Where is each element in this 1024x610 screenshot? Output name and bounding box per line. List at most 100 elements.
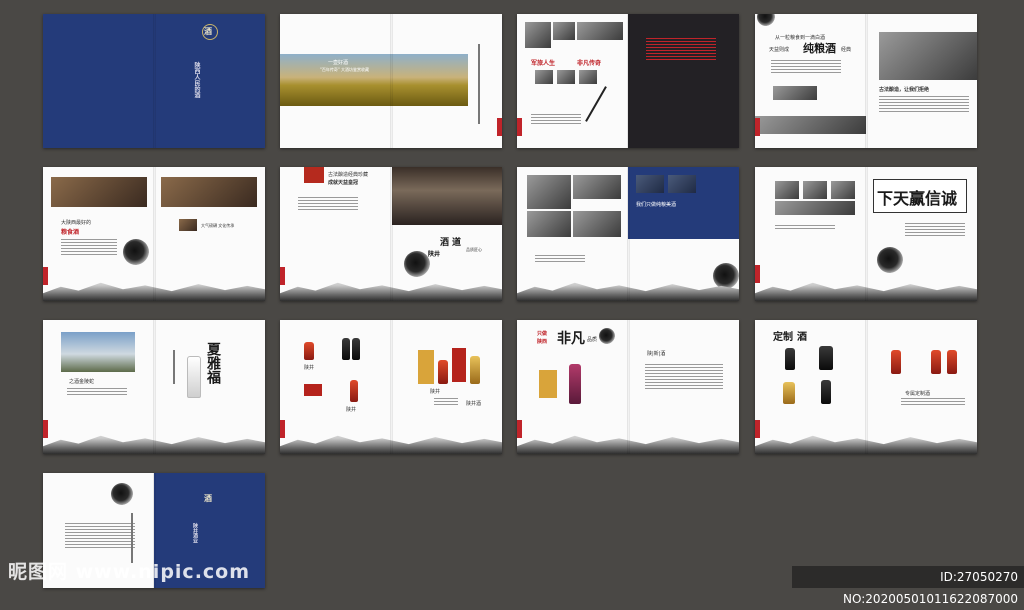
custom-bottle-4 bbox=[821, 380, 831, 404]
product-name-3: 陕井 bbox=[430, 389, 441, 395]
heading-small-1: 只做 bbox=[537, 331, 548, 337]
wall-photo bbox=[577, 22, 623, 40]
custom-bottle-7 bbox=[947, 350, 957, 374]
ink-landscape bbox=[43, 282, 265, 301]
ink-blot bbox=[123, 239, 149, 265]
event-photo-2 bbox=[803, 181, 827, 199]
section-title: 古法酿造，让我们拒绝 bbox=[879, 87, 930, 93]
event-photo-1 bbox=[775, 181, 799, 199]
visit-photo-1 bbox=[527, 175, 571, 209]
brochure-spread-9: 之酒金陵蛇 夏雅福 bbox=[43, 320, 265, 454]
brochure-spread-2: 一壶好酒 "百年传奇" 大酒坊鉴赏收藏 bbox=[280, 14, 502, 148]
red-tab bbox=[755, 265, 760, 283]
slogan-subtext: "百年传奇" 大酒坊鉴赏收藏 bbox=[320, 67, 369, 72]
tagline: 品质匠心 bbox=[466, 247, 482, 252]
body-text bbox=[434, 398, 458, 407]
image-id-bar: ID:27050270 NO:20200501011622087000 bbox=[792, 566, 1024, 606]
vertical-text-col bbox=[131, 513, 133, 563]
calligraphy-brand: 陕井 bbox=[428, 251, 441, 258]
gold-gift-box bbox=[539, 370, 557, 398]
body-text bbox=[298, 197, 358, 212]
section-title: 陕|新|酒 bbox=[647, 351, 666, 357]
workshop-photo-right bbox=[161, 177, 257, 207]
portrait-photo bbox=[525, 22, 551, 48]
grid-photo-2 bbox=[557, 70, 575, 84]
gift-box bbox=[304, 384, 322, 396]
body-text bbox=[646, 38, 716, 62]
brochure-spread-3: 军旅人生 非凡传奇 bbox=[517, 14, 739, 148]
ink-blot bbox=[404, 251, 430, 277]
black-bottle-1 bbox=[342, 338, 350, 360]
headline: 古法酿造经典珍藏 bbox=[328, 172, 369, 178]
custom-bottle-6 bbox=[931, 350, 941, 374]
brochure-spread-5: 大陕西最好的 粮食酒 大气磅礴 文化传承 bbox=[43, 167, 265, 301]
subheadline: 天益则成 bbox=[769, 47, 790, 53]
brochure-spread-8: 下天赢信诚 bbox=[755, 167, 977, 301]
brochure-spread-12: 定制 酒 专属定制酒 bbox=[755, 320, 977, 454]
ink-landscape bbox=[755, 282, 977, 301]
product-name-4: 陕井酒 bbox=[466, 401, 482, 407]
monument-photo bbox=[61, 332, 135, 372]
event-photo-3 bbox=[831, 181, 855, 199]
body-text bbox=[645, 364, 723, 391]
brochure-spread-10: 陕井 陕井 陕井 陕井酒 bbox=[280, 320, 502, 454]
calligraphy-char-dao: 道 bbox=[452, 238, 462, 248]
black-bottle-2 bbox=[352, 338, 360, 360]
heading-small-2: 陕西 bbox=[537, 339, 548, 345]
white-bottle bbox=[187, 356, 201, 398]
calligraphy-title: 纯粮酒 bbox=[803, 42, 836, 55]
section-highlight: 粮食酒 bbox=[61, 229, 80, 236]
nipic-watermark: 昵图网 www.nipic.com bbox=[8, 561, 251, 583]
subheadline: 成就天益皇冠 bbox=[328, 179, 358, 186]
caption: 之酒金陵蛇 bbox=[69, 379, 95, 385]
brochure-spread-1: 酒 陕西人民的酒 bbox=[43, 14, 265, 148]
ink-blot bbox=[599, 328, 615, 344]
custom-bottle-1 bbox=[785, 348, 795, 370]
calligraphy-char-jiu: 酒 bbox=[440, 238, 450, 248]
panel-title: 我们只做纯粮美酒 bbox=[636, 202, 677, 208]
body-text-left bbox=[775, 225, 835, 231]
wheat-field-photo bbox=[280, 54, 468, 106]
ink-landscape bbox=[280, 282, 502, 301]
heading-small-3: 品质 bbox=[587, 337, 598, 343]
rose-photo bbox=[304, 167, 324, 183]
bottle-photo bbox=[553, 22, 575, 40]
calligraphy-title: 非凡 bbox=[557, 331, 585, 347]
ink-blot bbox=[757, 14, 775, 26]
body-text bbox=[61, 239, 117, 257]
body-text bbox=[901, 398, 965, 407]
brochure-spread-4: 从一粒粮食到一滴白酒 天益则成 纯粮酒 经典 古法酿造，让我们拒绝 bbox=[755, 14, 977, 148]
ink-landscape bbox=[517, 435, 739, 454]
cover-title: 酒 bbox=[204, 493, 212, 503]
ink-blot bbox=[111, 483, 133, 505]
red-tab bbox=[755, 420, 760, 438]
right-page-dark bbox=[628, 14, 739, 148]
red-tab bbox=[517, 420, 522, 438]
calligraphy-plaque: 下天赢信诚 bbox=[877, 189, 958, 208]
red-tab bbox=[497, 118, 502, 136]
custom-bottle-5 bbox=[891, 350, 901, 374]
red-tab bbox=[43, 267, 48, 285]
red-tab bbox=[280, 420, 285, 438]
subheadline-text: 成就天益皇冠 bbox=[328, 180, 359, 186]
body-text-right bbox=[879, 96, 969, 114]
section-title: 大陕西最好的 bbox=[61, 220, 92, 226]
red-bottle-3 bbox=[438, 360, 448, 384]
customize-title: 定制 bbox=[773, 332, 793, 343]
headline-suffix: 经典 bbox=[841, 47, 852, 53]
visit-photo-3 bbox=[527, 211, 571, 237]
gold-box bbox=[418, 350, 434, 384]
event-photo-4 bbox=[775, 201, 855, 215]
red-tab bbox=[43, 420, 48, 438]
red-box bbox=[452, 348, 466, 382]
vertical-text-col bbox=[478, 44, 480, 124]
red-bottle-2 bbox=[350, 380, 358, 402]
gold-bottle bbox=[470, 356, 480, 384]
red-bottle bbox=[304, 342, 314, 360]
vertical-text-col bbox=[173, 350, 175, 384]
red-tab bbox=[280, 267, 285, 285]
vertical-poem bbox=[65, 523, 135, 550]
ink-landscape bbox=[43, 435, 265, 454]
calligraphy-title: 夏雅福 bbox=[205, 342, 221, 384]
feature-text: 大气磅礴 文化传承 bbox=[201, 223, 235, 228]
